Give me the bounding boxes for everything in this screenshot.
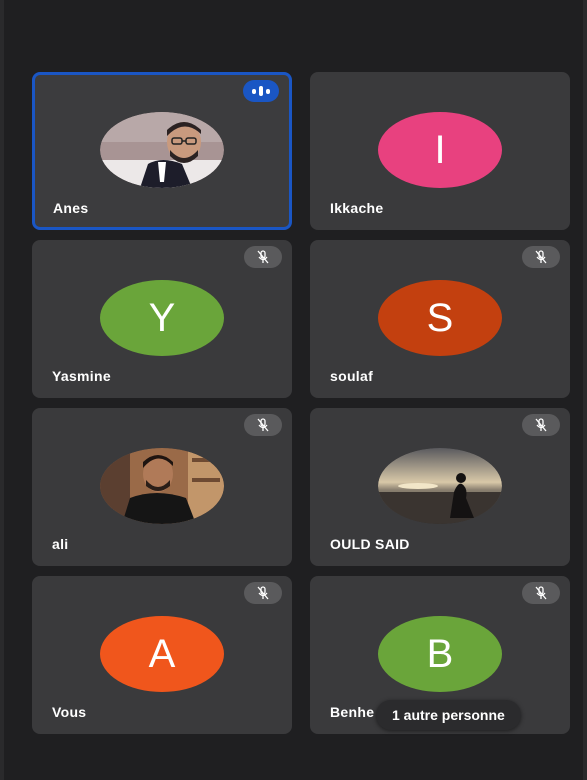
participant-name: Ikkache <box>330 200 384 216</box>
avatar-ould-said <box>378 448 502 524</box>
avatar-vous: A <box>100 616 224 692</box>
participant-name: ali <box>52 536 69 552</box>
avatar-initial: A <box>148 631 176 676</box>
avatar-anes <box>100 112 224 188</box>
avatar-initial: Y <box>148 295 176 340</box>
participant-name: Vous <box>52 704 87 720</box>
mic-off-icon <box>244 582 282 604</box>
avatar-photo-ali <box>100 448 224 524</box>
avatar-yasmine: Y <box>100 280 224 356</box>
mic-off-icon <box>522 414 560 436</box>
mic-off-icon <box>244 414 282 436</box>
participant-name: Yasmine <box>52 368 111 384</box>
participant-tile-ikkache[interactable]: I Ikkache <box>310 72 570 230</box>
mic-off-icon <box>522 246 560 268</box>
audio-level-icon <box>243 80 279 102</box>
participant-tile-anes[interactable]: Anes <box>32 72 292 230</box>
participant-name: Benhe <box>330 704 375 720</box>
avatar-soulaf: S <box>378 280 502 356</box>
participant-name: soulaf <box>330 368 374 384</box>
participant-grid: Anes I Ikkache Y Yasmine S soulaf ali OU… <box>32 72 574 734</box>
avatar-ali <box>100 448 224 524</box>
avatar-initial: S <box>426 295 454 340</box>
participant-tile-vous[interactable]: A Vous <box>32 576 292 734</box>
mic-off-icon <box>244 246 282 268</box>
mic-off-icon <box>522 582 560 604</box>
avatar-photo-anes <box>100 112 224 188</box>
participant-tile-soulaf[interactable]: S soulaf <box>310 240 570 398</box>
avatar-initial: B <box>426 631 454 676</box>
participant-name: Anes <box>53 200 89 216</box>
participant-name: OULD SAID <box>330 536 410 552</box>
meeting-screen: Anes I Ikkache Y Yasmine S soulaf ali OU… <box>0 0 587 780</box>
avatar-ikkache: I <box>378 112 502 188</box>
avatar-photo-ould-said <box>378 448 502 524</box>
avatar-benhe: B <box>378 616 502 692</box>
avatar-initial: I <box>434 127 446 172</box>
participant-tile-ould-said[interactable]: OULD SAID <box>310 408 570 566</box>
participant-tile-yasmine[interactable]: Y Yasmine <box>32 240 292 398</box>
participant-tile-ali[interactable]: ali <box>32 408 292 566</box>
other-participants-chip[interactable]: 1 autre personne <box>376 700 521 730</box>
